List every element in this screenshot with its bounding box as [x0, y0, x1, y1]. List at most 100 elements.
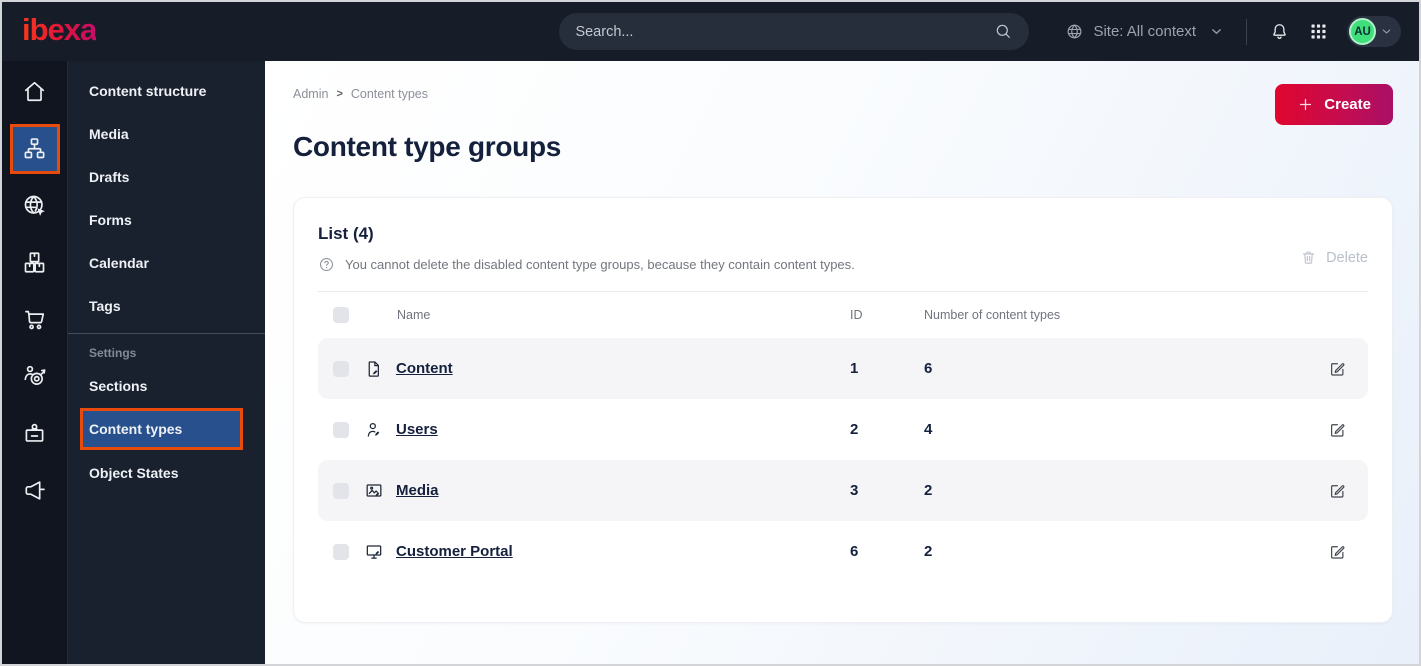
home-icon — [21, 78, 48, 105]
chevron-down-icon — [1380, 25, 1393, 38]
sidebar-item-calendar[interactable]: Calendar — [68, 241, 265, 284]
app-grid-button[interactable] — [1308, 21, 1329, 42]
globe-cursor-icon — [21, 192, 48, 219]
image-icon — [364, 481, 384, 501]
topbar: ibexa Site: All context AU — [2, 2, 1419, 61]
global-search[interactable] — [559, 13, 1030, 50]
sidebar: Content structure Media Drafts Forms Cal… — [67, 61, 265, 664]
user-menu[interactable]: AU — [1347, 16, 1401, 47]
column-name: Name — [397, 308, 431, 322]
edit-icon — [1328, 481, 1347, 500]
sidebar-item-content-types[interactable]: Content types — [80, 408, 243, 450]
plus-icon — [1297, 96, 1314, 113]
list-info-text: You cannot delete the disabled content t… — [345, 257, 855, 272]
user-icon — [364, 420, 384, 440]
content-type-group-link[interactable]: Users — [396, 421, 438, 438]
list-title: List (4) — [318, 224, 374, 243]
topbar-right: Site: All context AU — [1065, 16, 1401, 47]
breadcrumb: Admin > Content types — [293, 87, 1393, 101]
row-id: 1 — [850, 360, 859, 377]
row-count: 2 — [924, 543, 933, 560]
column-id: ID — [850, 308, 863, 322]
edit-icon — [1328, 420, 1347, 439]
ibexa-logo[interactable]: ibexa — [22, 14, 97, 49]
page-title: Content type groups — [293, 131, 562, 162]
breadcrumb-separator: > — [336, 88, 343, 100]
edit-button[interactable] — [1328, 420, 1368, 439]
chevron-down-icon — [1209, 24, 1224, 39]
breadcrumb-content-types: Content types — [350, 87, 429, 101]
notifications-button[interactable] — [1269, 21, 1290, 42]
row-id: 3 — [850, 482, 859, 499]
create-button[interactable]: Create — [1275, 84, 1393, 125]
rail-item-product-catalog[interactable] — [2, 234, 67, 291]
site-context-label: Site: All context — [1093, 23, 1196, 40]
row-checkbox[interactable] — [333, 421, 349, 438]
grid-icon — [1308, 21, 1329, 42]
sidebar-item-content-structure[interactable]: Content structure — [68, 69, 265, 112]
monitor-icon — [364, 542, 384, 562]
row-count: 4 — [924, 421, 933, 438]
select-all-checkbox[interactable] — [333, 307, 349, 323]
edit-button[interactable] — [1328, 542, 1368, 561]
app-window: ibexa Site: All context AU — [0, 0, 1421, 666]
table-row: Users 2 4 — [318, 399, 1368, 460]
row-id: 2 — [850, 421, 859, 438]
trash-icon — [1300, 249, 1317, 266]
rail-item-admin[interactable] — [2, 405, 67, 462]
content-type-group-link[interactable]: Media — [396, 482, 439, 499]
boxes-icon — [21, 249, 48, 276]
main-content: Admin > Content types Create Content typ… — [265, 61, 1419, 664]
row-checkbox[interactable] — [333, 360, 349, 377]
topbar-divider — [1246, 18, 1247, 45]
file-icon — [364, 359, 384, 379]
row-count: 6 — [924, 360, 933, 377]
row-id: 6 — [850, 543, 859, 560]
list-info: You cannot delete the disabled content t… — [318, 256, 855, 273]
avatar: AU — [1349, 18, 1376, 45]
sidebar-section-label: Settings — [89, 346, 137, 360]
bell-icon — [1269, 21, 1290, 42]
sidebar-divider — [68, 333, 265, 334]
content-type-group-link[interactable]: Content — [396, 360, 453, 377]
person-target-icon — [21, 363, 48, 390]
search-input[interactable] — [575, 23, 995, 40]
content-type-group-link[interactable]: Customer Portal — [396, 543, 513, 560]
row-checkbox[interactable] — [333, 543, 349, 560]
table-row: Customer Portal 6 2 — [318, 521, 1368, 582]
edit-button[interactable] — [1328, 359, 1368, 378]
table-row: Media 3 2 — [318, 460, 1368, 521]
search-icon[interactable] — [994, 22, 1013, 41]
delete-button[interactable]: Delete — [1300, 249, 1368, 266]
question-icon — [318, 256, 335, 273]
row-checkbox[interactable] — [333, 482, 349, 499]
badge-icon — [21, 420, 48, 447]
rail-item-commerce[interactable] — [2, 291, 67, 348]
rail-item-site[interactable] — [2, 177, 67, 234]
row-count: 2 — [924, 482, 933, 499]
list-card-header: List (4) You cannot delete the disabled … — [318, 224, 1368, 273]
sitemap-icon — [21, 135, 48, 162]
sidebar-item-forms[interactable]: Forms — [68, 198, 265, 241]
rail-item-dashboard[interactable] — [2, 63, 67, 120]
sidebar-item-sections[interactable]: Sections — [68, 364, 265, 407]
rail-item-content[interactable] — [2, 120, 67, 177]
sidebar-item-media[interactable]: Media — [68, 112, 265, 155]
sidebar-item-drafts[interactable]: Drafts — [68, 155, 265, 198]
rail-item-campaigns[interactable] — [2, 462, 67, 519]
column-count: Number of content types — [924, 308, 1061, 322]
globe-icon — [1065, 22, 1084, 41]
sidebar-item-object-states[interactable]: Object States — [68, 451, 265, 494]
edit-button[interactable] — [1328, 481, 1368, 500]
site-context-switcher[interactable]: Site: All context — [1065, 22, 1224, 41]
sidebar-item-tags[interactable]: Tags — [68, 284, 265, 327]
table-header: Name ID Number of content types — [318, 292, 1368, 338]
edit-icon — [1328, 542, 1347, 561]
list-card: List (4) You cannot delete the disabled … — [293, 197, 1393, 623]
table-row: Content 1 6 — [318, 338, 1368, 399]
breadcrumb-admin[interactable]: Admin — [293, 87, 328, 101]
rail-item-personalization[interactable] — [2, 348, 67, 405]
icon-rail — [2, 61, 67, 664]
edit-icon — [1328, 359, 1347, 378]
cart-icon — [21, 306, 48, 333]
